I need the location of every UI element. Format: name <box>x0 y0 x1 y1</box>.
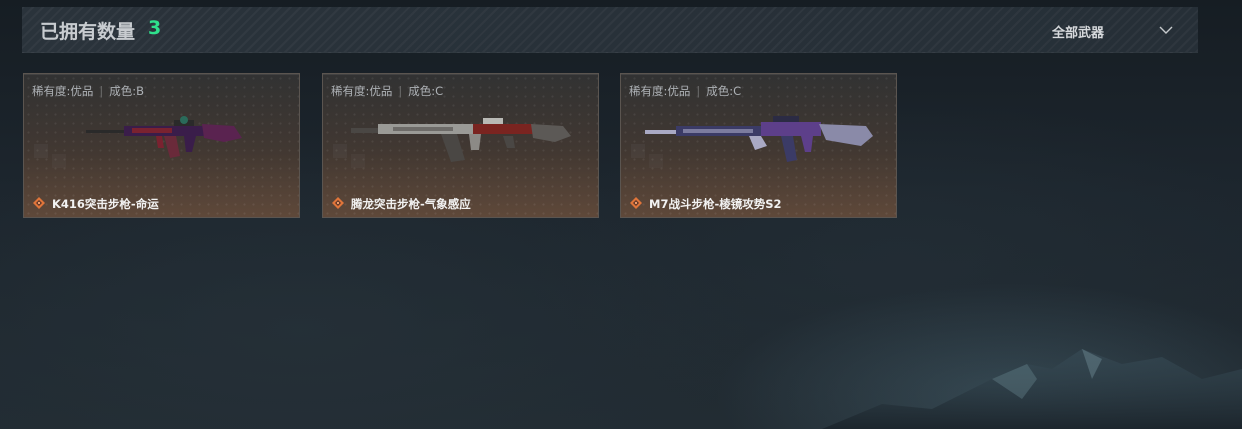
wear-label: 成色:B <box>109 84 145 98</box>
inventory-header: 已拥有数量 3 全部武器 <box>22 7 1198 53</box>
weapon-filter-dropdown[interactable]: 全部武器 <box>1030 7 1180 53</box>
weapon-name: K416突击步枪-命运 <box>52 197 159 211</box>
owned-count-value: 3 <box>148 17 162 39</box>
weapon-card[interactable]: 稀有度:优品 | 成色:C 腾龙突击步枪-气象感应 <box>322 73 599 218</box>
card-meta: 稀有度:优品 | 成色:C <box>331 83 443 99</box>
card-meta: 稀有度:优品 | 成色:C <box>629 83 741 99</box>
chevron-down-icon <box>1159 26 1173 34</box>
weapon-filter-selected: 全部武器 <box>1052 26 1105 41</box>
rarity-label: 稀有度:优品 <box>629 84 691 98</box>
weapon-image-m7 <box>645 116 873 162</box>
weapon-image-k416 <box>86 116 242 158</box>
inventory-page: 已拥有数量 3 全部武器 稀有度:优品 | 成色:B K416突击步枪-命运 稀… <box>0 0 1242 429</box>
wear-label: 成色:C <box>706 84 742 98</box>
weapon-card[interactable]: 稀有度:优品 | 成色:B K416突击步枪-命运 <box>23 73 300 218</box>
meta-separator: | <box>398 84 403 98</box>
wear-label: 成色:C <box>408 84 444 98</box>
rarity-diamond-icon <box>630 197 642 209</box>
rarity-diamond-icon <box>33 197 45 209</box>
weapon-image-tenglong <box>351 118 571 162</box>
weapon-card[interactable]: 稀有度:优品 | 成色:C M7战斗步枪-棱镜攻势S2 <box>620 73 897 218</box>
owned-count-label: 已拥有数量 <box>40 21 136 43</box>
card-meta: 稀有度:优品 | 成色:B <box>32 83 144 99</box>
rarity-label: 稀有度:优品 <box>331 84 393 98</box>
weapon-name: 腾龙突击步枪-气象感应 <box>351 197 471 211</box>
rarity-label: 稀有度:优品 <box>32 84 94 98</box>
weapon-name: M7战斗步枪-棱镜攻势S2 <box>649 197 782 211</box>
meta-separator: | <box>696 84 701 98</box>
meta-separator: | <box>99 84 104 98</box>
rarity-diamond-icon <box>332 197 344 209</box>
background-mountain <box>822 349 1242 429</box>
